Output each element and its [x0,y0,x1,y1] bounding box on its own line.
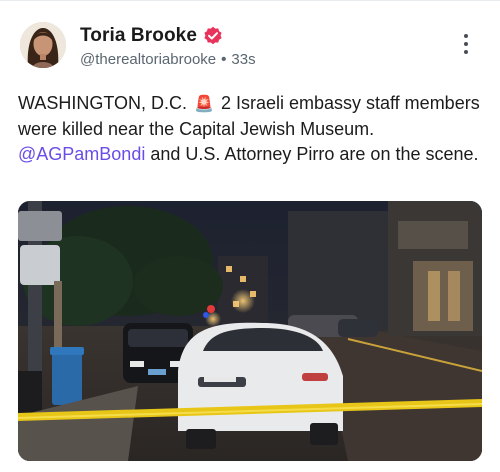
post-timestamp[interactable]: 33s [231,51,255,68]
night-street-photo [18,201,482,461]
post-card: Toria Brooke @therealtoriabrooke • 33s W… [0,0,500,472]
more-dot-icon [464,50,468,54]
divider [0,0,500,1]
post-text: WASHINGTON, D.C. 🚨 2 Israeli embassy sta… [18,91,484,167]
verified-badge-icon [203,26,223,46]
siren-icon: 🚨 [194,96,214,113]
mention-link[interactable]: @AGPamBondi [18,144,145,164]
name-row: Toria Brooke [80,24,223,48]
post-text-part: and U.S. Attorney Pirro are on the scene… [145,144,479,164]
avatar-image [20,22,66,68]
avatar[interactable] [20,22,66,68]
display-name[interactable]: Toria Brooke [80,25,197,47]
more-options-button[interactable] [454,26,478,62]
more-dot-icon [464,42,468,46]
post-text-part: WASHINGTON, D.C. [18,93,193,113]
post-header: Toria Brooke @therealtoriabrooke • 33s [18,20,482,76]
separator-dot: • [221,51,227,68]
more-dot-icon [464,34,468,38]
handle-row: @therealtoriabrooke • 33s [80,51,256,68]
post-media[interactable] [18,201,482,461]
user-handle[interactable]: @therealtoriabrooke [80,51,216,68]
